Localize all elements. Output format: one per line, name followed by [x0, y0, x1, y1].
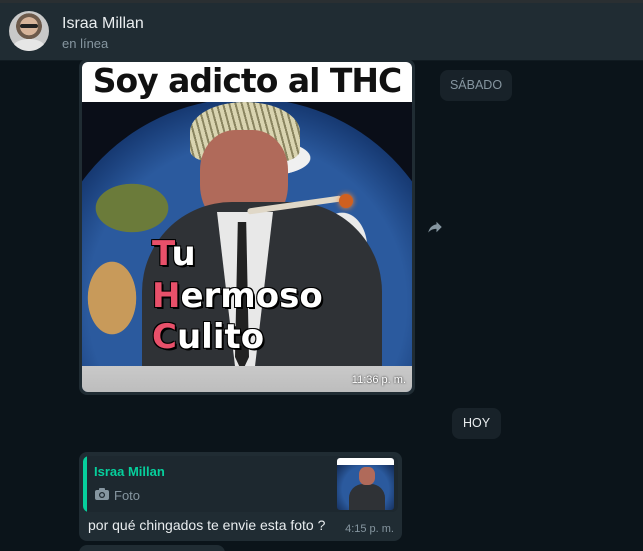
meme-line-2: Hermoso	[152, 276, 323, 316]
contact-name[interactable]: Israa Millan	[62, 15, 144, 33]
image-message-time: 11:36 p. m.	[351, 374, 406, 386]
quoted-message[interactable]: Israa Millan Foto	[83, 456, 398, 512]
meme-joint-ember	[339, 194, 353, 208]
meme-line-1: Tu	[152, 234, 196, 274]
quoted-media-type: Foto	[114, 488, 141, 503]
chat-header[interactable]: Israa Millan en línea	[0, 3, 643, 61]
contact-avatar[interactable]	[9, 11, 49, 51]
image-message-bubble[interactable]: Soy adicto al THC Tu Hermoso Culito 11:3…	[79, 59, 415, 395]
date-separator-today: HOY	[452, 408, 501, 439]
reply-message-text: por qué chingados te envie esta foto ?	[88, 517, 326, 533]
camera-icon	[94, 487, 110, 501]
quote-accent-bar	[83, 456, 87, 512]
next-message-bubble[interactable]	[79, 545, 225, 551]
meme-top-text: Soy adicto al THC	[82, 62, 412, 102]
reply-message-time: 4:15 p. m.	[345, 523, 394, 535]
quoted-author: Israa Millan	[94, 464, 165, 479]
meme-image[interactable]: Soy adicto al THC Tu Hermoso Culito 11:3…	[82, 62, 412, 392]
contact-status: en línea	[62, 36, 109, 51]
date-separator-saturday: SÁBADO	[440, 70, 512, 101]
reply-message-bubble[interactable]: Israa Millan Foto por qué chingados te e…	[79, 452, 402, 541]
quoted-thumbnail	[337, 458, 394, 510]
meme-line-3: Culito	[152, 317, 265, 357]
forward-arrow-icon[interactable]	[425, 218, 445, 238]
